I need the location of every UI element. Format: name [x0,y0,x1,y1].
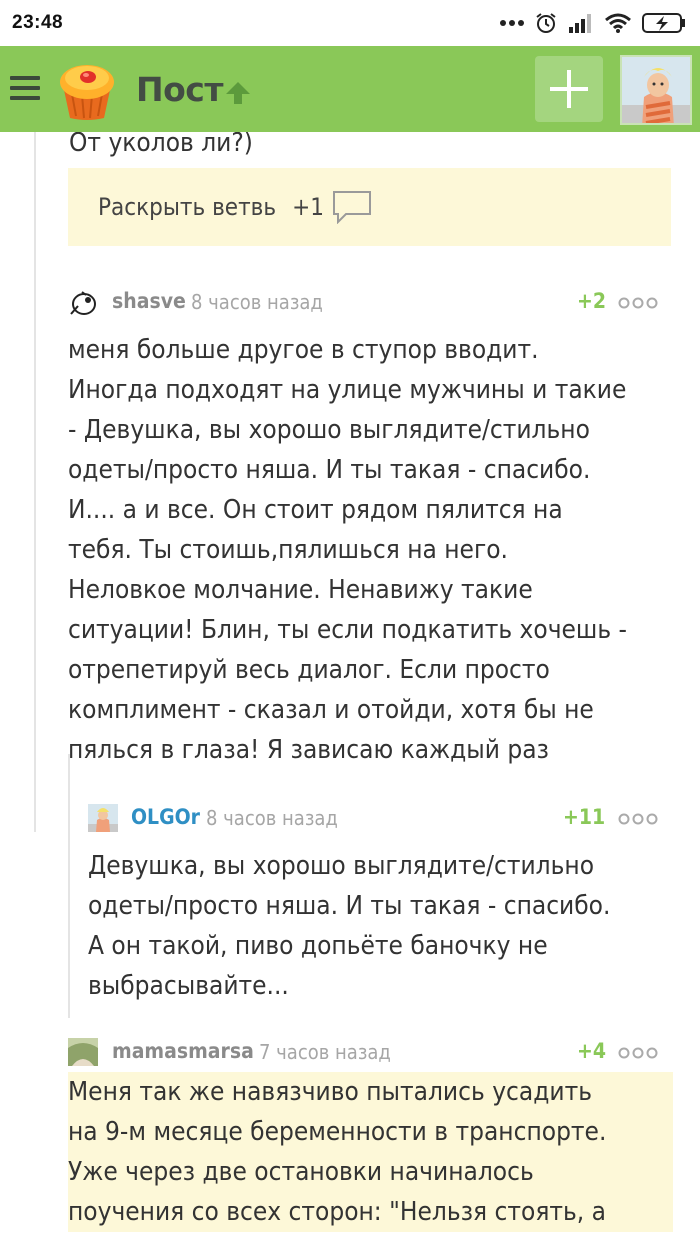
comment-line: отрепетируй весь диалог. Если просто [68,655,550,685]
comment-line: на 9-м месяце беременности в транспорте. [68,1112,673,1152]
previous-comment-text: От уколов ли?) [69,132,253,158]
comment-line: Иногда подходят на улице мужчины и такие [68,375,627,405]
comment-line: ситуации! Блин, ты если подкатить хочешь… [68,615,627,645]
comment-body: Девушка, вы хорошо выглядите/стильно оде… [88,846,668,1006]
more-options-icon[interactable] [618,1046,658,1060]
comment-line: меня больше другое в ступор вводит. [68,335,539,365]
comment-rating: +2 [577,289,606,313]
comment-rating: +4 [577,1039,606,1063]
expand-branch-count: +1 [292,193,324,221]
more-dots-icon [500,20,524,26]
avatar[interactable] [68,288,98,316]
comment-body-highlighted: Меня так же навязчиво пытались усадить н… [68,1072,673,1232]
more-options-icon[interactable] [618,812,658,826]
up-arrow-icon[interactable] [224,80,252,106]
comment-line: пялься в глаза! Я зависаю каждый раз [68,735,549,765]
comment-line: одеты/просто няша. И ты такая - спасибо. [88,891,611,921]
comment-line: И.... а и все. Он стоит рядом пялится на [68,495,563,525]
avatar[interactable] [88,804,118,832]
avatar[interactable] [68,1038,98,1066]
hamburger-menu-icon[interactable] [10,76,40,100]
comment-line: тебя. Ты стоишь,пялишься на него. [68,535,508,565]
add-post-button[interactable] [535,56,603,122]
signal-icon [569,14,591,33]
comment-line: выбрасывайте... [88,971,289,1001]
comment-line: одеты/просто няша. И ты такая - спасибо. [68,455,591,485]
pikabu-logo-icon[interactable] [54,60,120,122]
comment-rating: +11 [563,805,606,829]
status-icons [500,11,686,35]
comment-bubble-icon [332,191,371,224]
comment-author[interactable]: OLGOr [131,805,200,829]
comment-header: mamasmarsa 7 часов назад +4 [68,1038,673,1068]
comment-author[interactable]: shasve [112,289,186,313]
comment-line: комплимент - сказал и отойди, хотя бы не [68,695,594,725]
comment-header: shasve 8 часов назад +2 [68,288,668,318]
comment-line: Девушка, вы хорошо выглядите/стильно [88,851,595,881]
alarm-clock-icon [536,13,556,33]
battery-charging-icon [642,13,685,33]
reply-thread-line [68,754,70,1018]
comment-author[interactable]: mamasmarsa [112,1039,254,1063]
comments-feed[interactable]: От уколов ли?) Раскрыть ветвь +1 shasve … [0,132,700,1244]
expand-branch-button[interactable]: Раскрыть ветвь +1 [68,168,671,246]
user-avatar-image [622,57,690,123]
comment-line: Уже через две остановки начиналось [68,1152,673,1192]
status-time: 23:48 [12,12,64,33]
status-bar: 23:48 [0,0,700,46]
app-header: Пост [0,46,700,132]
comment-line: А он такой, пиво допьёте баночку не [88,931,548,961]
comment-reply: OLGOr 8 часов назад +11 Девушка, вы хоро… [88,804,668,1006]
comment-line: Неловкое молчание. Ненавижу такие [68,575,533,605]
comment-header: OLGOr 8 часов назад +11 [88,804,668,834]
comment-line: Меня так же навязчиво пытались усадить [68,1072,673,1112]
comment-line: - Девушка, вы хорошо выглядите/стильно [68,415,590,445]
wifi-icon [605,13,631,33]
comment-time: 7 часов назад [259,1040,391,1064]
thread-line [34,132,36,832]
expand-branch-label: Раскрыть ветвь [98,193,277,221]
user-avatar[interactable] [620,55,692,125]
more-options-icon[interactable] [618,296,658,310]
comment-line: поучения со всех сторон: "Нельзя стоять,… [68,1192,673,1232]
comment-time: 8 часов назад [206,806,338,830]
comment: shasve 8 часов назад +2 меня больше друг… [68,288,668,770]
comment: mamasmarsa 7 часов назад +4 Меня так же … [68,1038,673,1232]
page-title: Пост [136,70,223,109]
comment-time: 8 часов назад [191,290,323,314]
comment-body: меня больше другое в ступор вводит. Иног… [68,330,668,770]
